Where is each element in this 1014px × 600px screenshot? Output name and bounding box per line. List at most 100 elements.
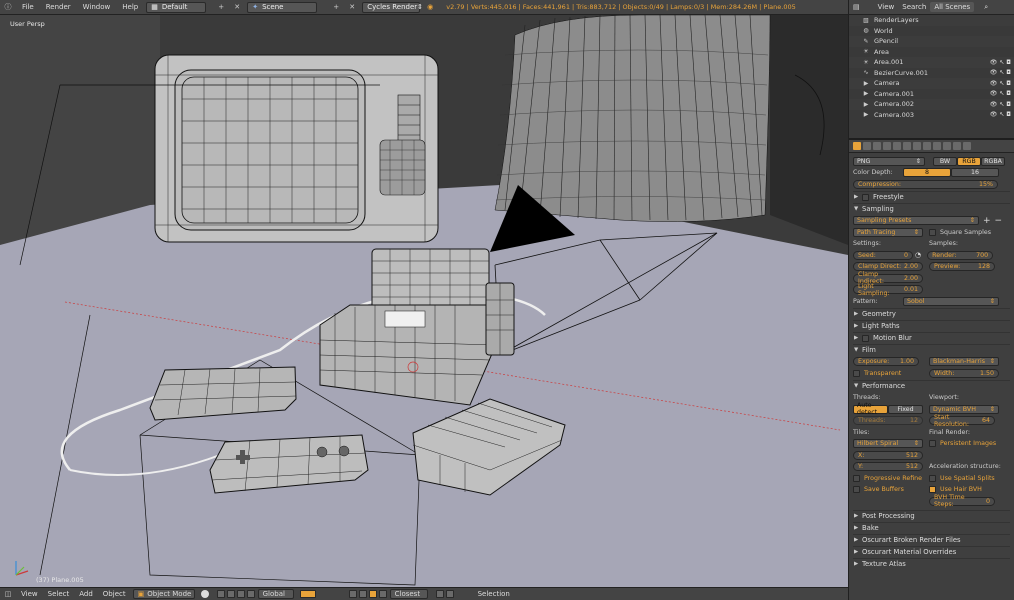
color-mode-bw[interactable]: BW <box>933 156 957 166</box>
visibility-toggles[interactable]: 👁 ↖ ◘ <box>990 69 1011 76</box>
use-hair-bvh-toggle[interactable]: Use Hair BVH <box>929 486 982 494</box>
clamp-indirect-field[interactable]: Clamp Indirect: 2.00 <box>853 271 923 285</box>
menu-help[interactable]: Help <box>116 3 144 11</box>
outliner-editor-icon[interactable]: ▤ <box>849 3 864 11</box>
outliner-item-area[interactable]: ☀ Area <box>849 47 1014 58</box>
render-engine-selector[interactable]: Cycles Render ⇕ <box>362 1 423 13</box>
visibility-toggles[interactable]: 👁 ↖ ◘ <box>990 111 1011 118</box>
visibility-toggles[interactable]: 👁 ↖ ◘ <box>990 101 1011 108</box>
color-mode-rgb[interactable]: RGB <box>957 156 981 166</box>
file-format-dropdown[interactable]: PNG ⇕ <box>853 156 925 166</box>
texture-tab-icon[interactable] <box>943 142 951 150</box>
outliner-display-mode[interactable]: All Scenes <box>930 2 975 12</box>
color-mode-rgba[interactable]: RGBA <box>981 156 1005 166</box>
panel-sampling[interactable]: ▼ Sampling <box>853 202 1010 215</box>
sampling-presets-dropdown[interactable]: Sampling Presets ⇕ <box>853 216 979 226</box>
add-scene-icon[interactable]: + <box>331 2 341 12</box>
viewport-shading-icon[interactable] <box>200 590 209 598</box>
panel-post-processing[interactable]: ▶ Post Processing <box>853 509 1010 522</box>
modifiers-tab-icon[interactable] <box>913 142 921 150</box>
compression-slider[interactable]: Compression: 15% <box>853 179 998 189</box>
object-tab-icon[interactable] <box>893 142 901 150</box>
progressive-refine-checkbox[interactable] <box>853 474 860 482</box>
outliner-search-icon[interactable]: ⌕ <box>980 3 992 12</box>
render-preview-icon[interactable] <box>445 590 454 598</box>
manipulator-rotate-icon[interactable] <box>236 590 245 598</box>
particles-tab-icon[interactable] <box>953 142 961 150</box>
tile-y-field[interactable]: Y: 512 <box>853 462 923 472</box>
panel-performance[interactable]: ▼ Performance <box>853 379 1010 392</box>
menu-object[interactable]: Object <box>98 590 131 598</box>
outliner-item-world[interactable]: ◍ World <box>849 26 1014 37</box>
world-tab-icon[interactable] <box>883 142 891 150</box>
outliner[interactable]: ▧ RenderLayers ◍ World ✎ GPencil ☀ Area ☀ Are… <box>849 15 1014 140</box>
outliner-item-camera[interactable]: ▶ Camera 👁 ↖ ◘ <box>849 78 1014 89</box>
panel-light-paths[interactable]: ▶ Light Paths <box>853 319 1010 332</box>
animated-seed-icon[interactable]: ◔ <box>915 251 921 259</box>
proportional-edit-icon[interactable] <box>435 590 444 598</box>
render-layers-tab-icon[interactable] <box>863 142 871 150</box>
menu-add[interactable]: Add <box>74 590 98 598</box>
outliner-item-area-001[interactable]: ☀ Area.001 👁 ↖ ◘ <box>849 57 1014 68</box>
outliner-item-camera-003[interactable]: ▶ Camera.003 👁 ↖ ◘ <box>849 110 1014 121</box>
panel-oscurart-material-overrides[interactable]: ▶ Oscurart Material Overrides <box>853 545 1010 558</box>
use-spatial-splits-toggle[interactable]: Use Spatial Splits <box>929 474 995 482</box>
panel-film[interactable]: ▼ Film <box>853 343 1010 356</box>
lock-layers-icon[interactable] <box>348 590 357 598</box>
menu-select[interactable]: Select <box>43 590 75 598</box>
outliner-menu-view[interactable]: View <box>874 3 899 11</box>
layer-buttons-icon[interactable] <box>299 590 316 598</box>
selection-keying-label[interactable]: Selection <box>473 590 515 598</box>
clamp-direct-field[interactable]: Clamp Direct: 2.00 <box>853 262 923 272</box>
editor-type-icon[interactable]: ◫ <box>3 589 13 599</box>
use-spatial-splits-checkbox[interactable] <box>929 474 936 482</box>
screen-layout-selector[interactable]: ▦ Default <box>146 1 207 13</box>
transparent-toggle[interactable]: Transparent <box>853 369 929 377</box>
menu-window[interactable]: Window <box>77 3 117 11</box>
material-tab-icon[interactable] <box>933 142 941 150</box>
3d-viewport[interactable]: User Persp (37) Plane.005 <box>0 15 848 587</box>
render-only-icon[interactable] <box>358 590 367 598</box>
pivot-point-icon[interactable] <box>216 590 225 598</box>
filter-width-field[interactable]: Width: 1.50 <box>929 368 999 378</box>
panel-texture-atlas[interactable]: ▶ Texture Atlas <box>853 557 1010 570</box>
threads-fixed-button[interactable]: Fixed <box>888 404 923 414</box>
physics-tab-icon[interactable] <box>963 142 971 150</box>
add-preset-icon[interactable]: + <box>983 216 991 226</box>
light-sampling-field[interactable]: Light Sampling: 0.01 <box>853 283 923 297</box>
data-tab-icon[interactable] <box>923 142 931 150</box>
bvh-time-steps-field[interactable]: BVH Time Steps: 0 <box>929 494 995 508</box>
outliner-item-beziercurve-001[interactable]: ∿ BezierCurve.001 👁 ↖ ◘ <box>849 68 1014 79</box>
exposure-field[interactable]: Exposure: 1.00 <box>853 357 919 367</box>
threads-auto-detect-button[interactable]: Auto-detect <box>853 402 888 416</box>
panel-bake[interactable]: ▶ Bake <box>853 521 1010 534</box>
menu-render[interactable]: Render <box>40 3 77 11</box>
bvh-type-dropdown[interactable]: Dynamic BVH ⇕ <box>929 404 999 414</box>
filter-type-dropdown[interactable]: Blackman-Harris ⇕ <box>929 357 999 367</box>
visibility-toggles[interactable]: 👁 ↖ ◘ <box>990 90 1011 97</box>
outliner-menu-search[interactable]: Search <box>898 3 930 11</box>
save-buffers-checkbox[interactable] <box>853 486 860 494</box>
persistent-images-checkbox[interactable] <box>929 440 936 448</box>
outliner-item-renderlayers[interactable]: ▧ RenderLayers <box>849 15 1014 26</box>
mode-selector[interactable]: ▣ Object Mode <box>132 589 195 599</box>
square-samples-toggle[interactable]: Square Samples <box>929 228 991 236</box>
add-screen-icon[interactable]: + <box>216 2 226 12</box>
remove-screen-icon[interactable]: ✕ <box>232 2 242 12</box>
manipulator-translate-icon[interactable] <box>226 590 235 598</box>
remove-preset-icon[interactable]: − <box>995 216 1003 226</box>
snap-element-icon[interactable] <box>378 590 387 598</box>
orientation-selector[interactable]: Global <box>257 589 294 599</box>
motion-blur-checkbox[interactable] <box>862 334 869 342</box>
integrator-dropdown[interactable]: Path Tracing ⇕ <box>853 227 923 237</box>
visibility-toggles[interactable]: 👁 ↖ ◘ <box>990 59 1011 66</box>
start-resolution-field[interactable]: Start Resolution: 64 <box>929 414 995 428</box>
remove-scene-icon[interactable]: ✕ <box>347 2 357 12</box>
panel-geometry[interactable]: ▶ Geometry <box>853 307 1010 320</box>
render-tab-icon[interactable] <box>853 142 861 150</box>
panel-oscurart-broken-render-files[interactable]: ▶ Oscurart Broken Render Files <box>853 533 1010 546</box>
preview-samples-field[interactable]: Preview: 128 <box>929 262 995 272</box>
transparent-checkbox[interactable] <box>853 369 860 377</box>
threads-count-field[interactable]: Threads: 12 <box>853 416 923 426</box>
scene-selector[interactable]: ✦ Scene <box>247 1 318 13</box>
